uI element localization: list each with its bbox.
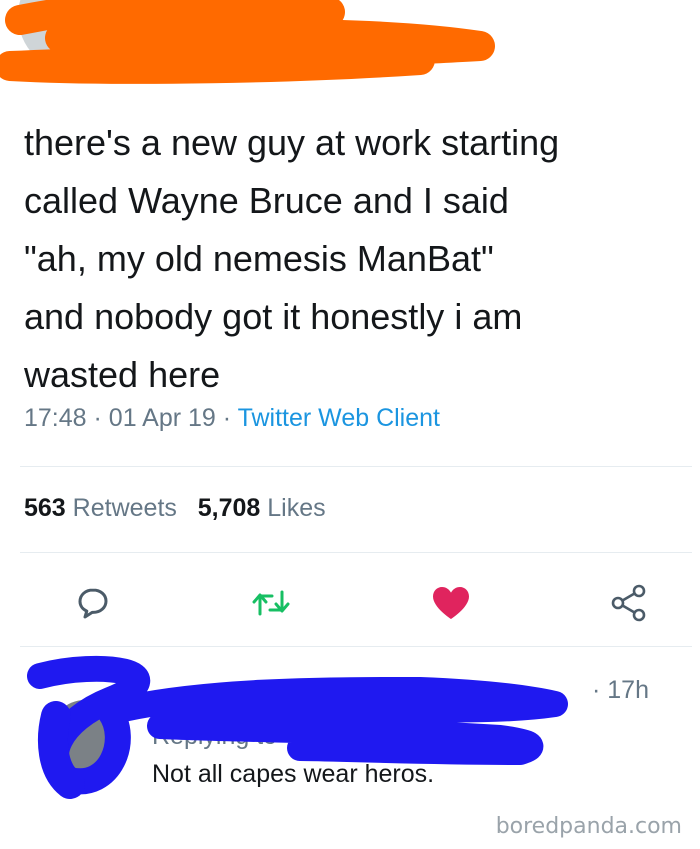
meta-separator: ·: [222, 404, 232, 432]
author-handle[interactable]: @: [150, 50, 170, 73]
reply-text: Not all capes wear heros.: [152, 760, 435, 788]
divider: [20, 552, 692, 553]
divider: [20, 646, 692, 647]
tweet-meta: 17:48 · 01 Apr 19 · Twitter Web Client: [24, 404, 440, 433]
author-avatar[interactable]: [18, 0, 130, 72]
likes-count: 5,708: [197, 494, 261, 522]
tweet-client-link[interactable]: Twitter Web Client: [238, 404, 440, 432]
reply-author-avatar[interactable]: [50, 700, 120, 770]
reply-icon: [78, 588, 108, 619]
tweet-date: 01 Apr 19: [108, 404, 216, 432]
tweet-stats: 563 Retweets 5,708 Likes: [24, 494, 326, 523]
action-bar: [0, 578, 700, 628]
reply-button[interactable]: [68, 578, 118, 628]
meta-separator: ·: [93, 404, 102, 432]
divider: [20, 466, 692, 467]
reply-time: · 17h: [592, 676, 649, 704]
heart-icon: [433, 587, 469, 619]
tweet-text: there's a new guy at work starting calle…: [24, 122, 560, 395]
retweet-button[interactable]: [246, 578, 296, 628]
retweets-label: Retweets: [72, 494, 177, 522]
share-icon: [611, 584, 646, 622]
likes-label: Likes: [267, 494, 326, 522]
share-button[interactable]: [604, 578, 654, 628]
replying-to-label: Replying to: [152, 722, 278, 750]
likes-stat[interactable]: 5,708 Likes: [198, 494, 326, 522]
retweets-count: 563: [24, 494, 66, 522]
tweet-time: 17:48: [24, 404, 87, 432]
retweet-icon: [252, 590, 290, 616]
like-button[interactable]: [426, 578, 476, 628]
watermark: boredpanda.com: [495, 814, 682, 839]
retweets-stat[interactable]: 563 Retweets: [24, 494, 177, 522]
